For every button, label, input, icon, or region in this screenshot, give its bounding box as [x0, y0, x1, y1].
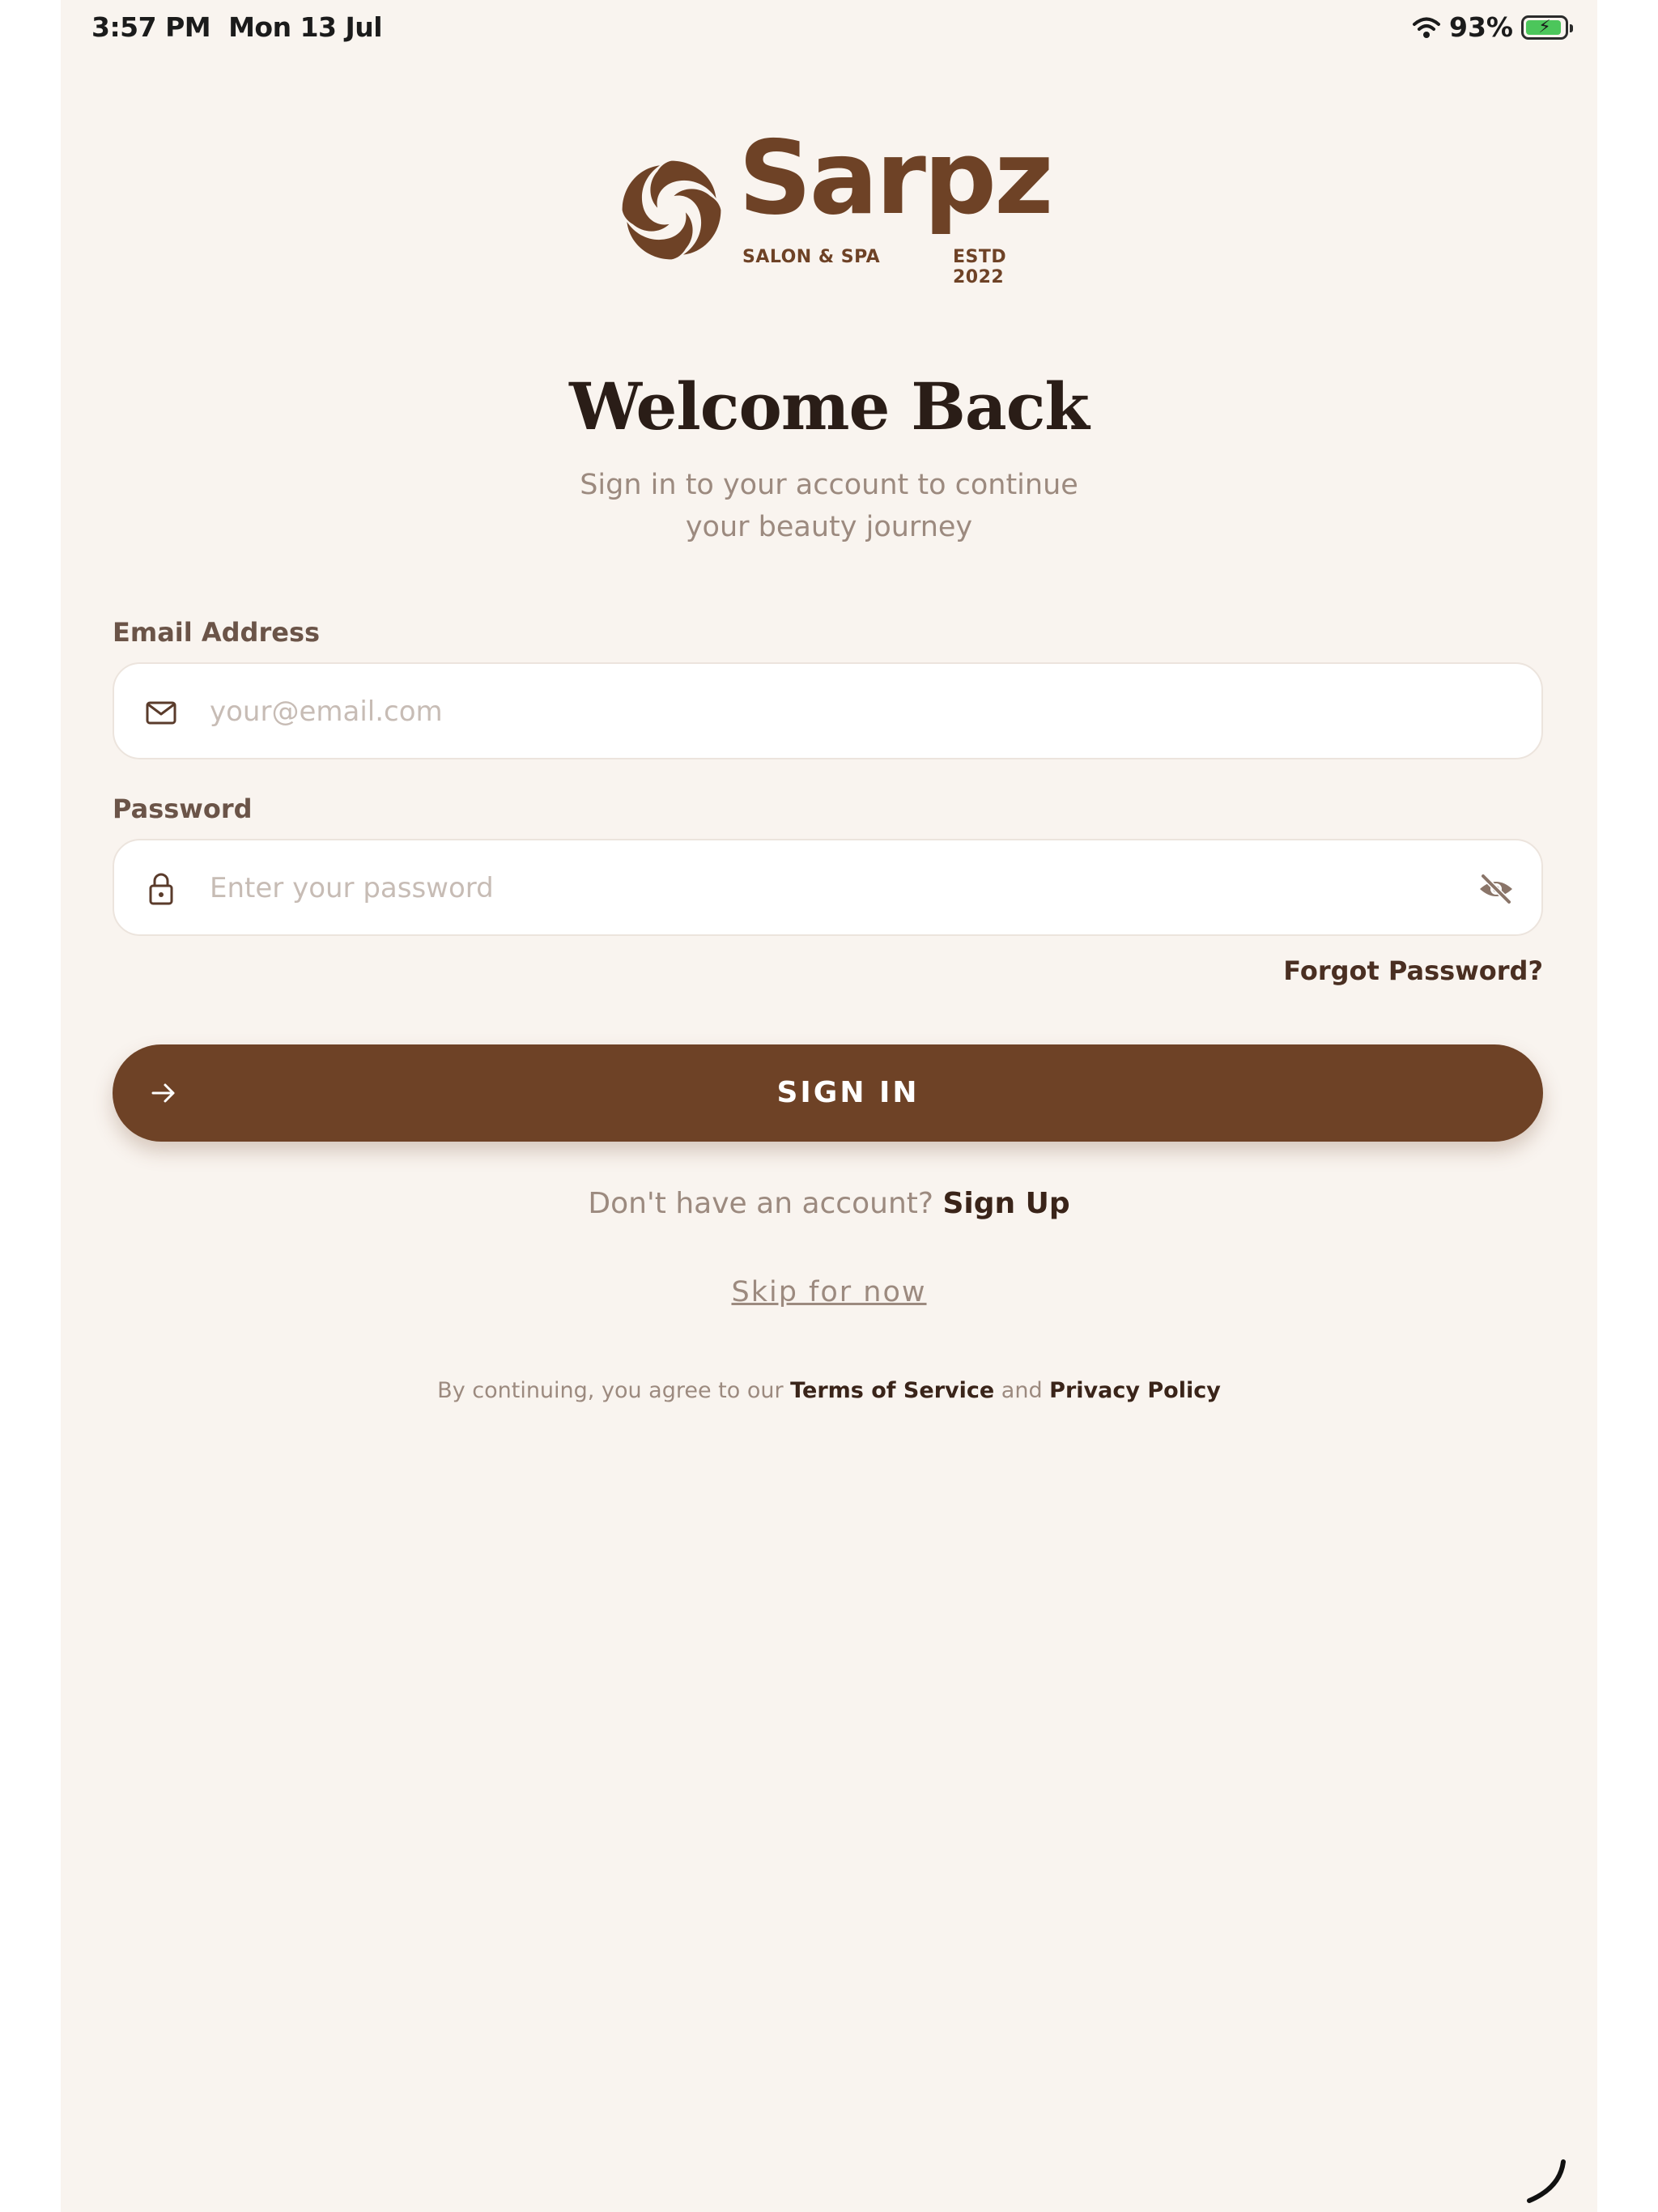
password-input[interactable]	[208, 840, 1426, 936]
status-clock: 3:57 PM	[91, 11, 211, 43]
email-field[interactable]	[113, 662, 1543, 759]
corner-gesture-indicator	[1527, 2159, 1566, 2203]
lock-icon	[149, 873, 173, 905]
legal-and: and	[1001, 1378, 1043, 1403]
privacy-policy-link[interactable]: Privacy Policy	[1049, 1378, 1221, 1403]
subtitle-line-2: your beauty journey	[685, 511, 973, 543]
email-label: Email Address	[113, 617, 321, 648]
status-date: Mon 13 Jul	[228, 11, 383, 43]
bolt-icon: ⚡	[1538, 16, 1551, 37]
sign-in-label: SIGN IN	[776, 1076, 920, 1109]
sign-up-link[interactable]: Sign Up	[942, 1187, 1069, 1220]
sarpz-emblem-icon	[622, 160, 721, 260]
status-bar: 3:57 PM Mon 13 Jul 93% ⚡	[61, 0, 1597, 58]
status-indicators: 93% ⚡	[1412, 11, 1573, 43]
status-time: 3:57 PM Mon 13 Jul	[91, 11, 383, 43]
password-field[interactable]	[113, 839, 1543, 936]
eye-off-icon[interactable]	[1477, 870, 1516, 908]
brand-tagline: SALON & SPA	[742, 247, 881, 267]
email-input[interactable]	[208, 664, 1426, 759]
battery-cap	[1570, 23, 1573, 32]
mail-icon	[146, 701, 176, 725]
sign-in-button[interactable]: SIGN IN	[113, 1044, 1543, 1142]
legal-prefix: By continuing, you agree to our	[437, 1378, 784, 1403]
battery-percent: 93%	[1449, 11, 1513, 43]
subtitle-line-1: Sign in to your account to continue	[580, 469, 1078, 501]
page-subtitle: Sign in to your account to continue your…	[466, 464, 1192, 548]
brand-established: ESTD 2022	[953, 247, 1007, 287]
forgot-password-link[interactable]: Forgot Password?	[1283, 955, 1543, 986]
skip-for-now-link[interactable]: Skip for now	[61, 1276, 1597, 1308]
password-label: Password	[113, 793, 253, 824]
signup-prompt: Don't have an account? Sign Up	[61, 1187, 1597, 1220]
brand-logo: Sarpz SALON & SPA ESTD 2022	[613, 127, 1053, 287]
login-screen: 3:57 PM Mon 13 Jul 93% ⚡ Sarpz SALON & S…	[61, 0, 1597, 2212]
wifi-icon	[1413, 17, 1440, 38]
legal-notice: By continuing, you agree to our Terms of…	[61, 1378, 1597, 1403]
terms-of-service-link[interactable]: Terms of Service	[790, 1378, 994, 1403]
no-account-text: Don't have an account?	[588, 1187, 933, 1220]
brand-name: Sarpz	[738, 118, 1053, 237]
page-title: Welcome Back	[569, 368, 1090, 445]
battery-charging-icon: ⚡	[1521, 15, 1573, 40]
